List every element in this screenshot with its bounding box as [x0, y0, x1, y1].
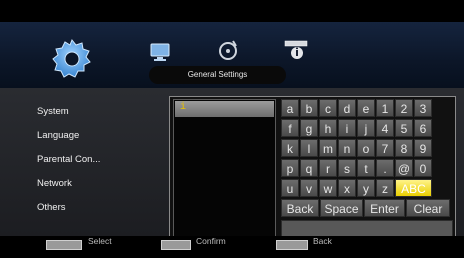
key-1[interactable]: 1: [376, 99, 394, 117]
key-k[interactable]: k: [281, 139, 299, 157]
footer-hint-back: Back: [313, 236, 332, 246]
key-p[interactable]: p: [281, 159, 299, 177]
key-0[interactable]: 0: [414, 159, 432, 177]
footer-hint-confirm: Confirm: [196, 236, 226, 246]
menu-item-system[interactable]: System: [37, 100, 100, 124]
key-4[interactable]: 4: [376, 119, 394, 137]
monitor-icon[interactable]: [149, 42, 171, 62]
text-input-field[interactable]: i: [173, 99, 276, 237]
ok-key-icon: [161, 240, 191, 250]
key-x[interactable]: x: [338, 179, 356, 197]
key-9[interactable]: 9: [414, 139, 432, 157]
key-f[interactable]: f: [281, 119, 299, 137]
key-q[interactable]: q: [300, 159, 318, 177]
settings-menu: System Language Parental Con... Network …: [37, 100, 100, 220]
key-enter[interactable]: Enter: [364, 199, 405, 217]
key-clear[interactable]: Clear: [406, 199, 450, 217]
key-2[interactable]: 2: [395, 99, 413, 117]
key-h[interactable]: h: [319, 119, 337, 137]
key-abc-shift[interactable]: ABC: [395, 179, 432, 197]
key-e[interactable]: e: [357, 99, 375, 117]
key-u[interactable]: u: [281, 179, 299, 197]
key-8[interactable]: 8: [395, 139, 413, 157]
key-back[interactable]: Back: [281, 199, 319, 217]
key-r[interactable]: r: [319, 159, 337, 177]
input-highlight: i: [175, 101, 274, 117]
key-period[interactable]: .: [376, 159, 394, 177]
keyboard-footer-bar: [281, 220, 453, 237]
menu-item-parental-control[interactable]: Parental Con...: [37, 148, 100, 172]
gear-icon[interactable]: [50, 37, 94, 81]
key-l[interactable]: l: [300, 139, 318, 157]
key-i[interactable]: i: [338, 119, 356, 137]
text-cursor: i: [180, 102, 187, 113]
key-t[interactable]: t: [357, 159, 375, 177]
key-g[interactable]: g: [300, 119, 318, 137]
key-o[interactable]: o: [357, 139, 375, 157]
info-icon[interactable]: [283, 39, 309, 63]
key-y[interactable]: y: [357, 179, 375, 197]
audio-disc-icon[interactable]: [216, 38, 242, 62]
key-j[interactable]: j: [357, 119, 375, 137]
menu-item-others[interactable]: Others: [37, 196, 100, 220]
key-a[interactable]: a: [281, 99, 299, 117]
key-s[interactable]: s: [338, 159, 356, 177]
key-n[interactable]: n: [338, 139, 356, 157]
key-w[interactable]: w: [319, 179, 337, 197]
key-d[interactable]: d: [338, 99, 356, 117]
key-z[interactable]: z: [376, 179, 394, 197]
key-m[interactable]: m: [319, 139, 337, 157]
key-5[interactable]: 5: [395, 119, 413, 137]
key-at[interactable]: @: [395, 159, 413, 177]
menu-item-language[interactable]: Language: [37, 124, 100, 148]
return-key-icon: [276, 240, 308, 250]
key-7[interactable]: 7: [376, 139, 394, 157]
key-b[interactable]: b: [300, 99, 318, 117]
page-title: General Settings: [149, 66, 286, 84]
key-3[interactable]: 3: [414, 99, 432, 117]
key-c[interactable]: c: [319, 99, 337, 117]
arrow-keys-icon: [46, 240, 82, 250]
key-v[interactable]: v: [300, 179, 318, 197]
footer-hint-select: Select: [88, 236, 112, 246]
menu-item-network[interactable]: Network: [37, 172, 100, 196]
key-space[interactable]: Space: [320, 199, 363, 217]
key-6[interactable]: 6: [414, 119, 432, 137]
